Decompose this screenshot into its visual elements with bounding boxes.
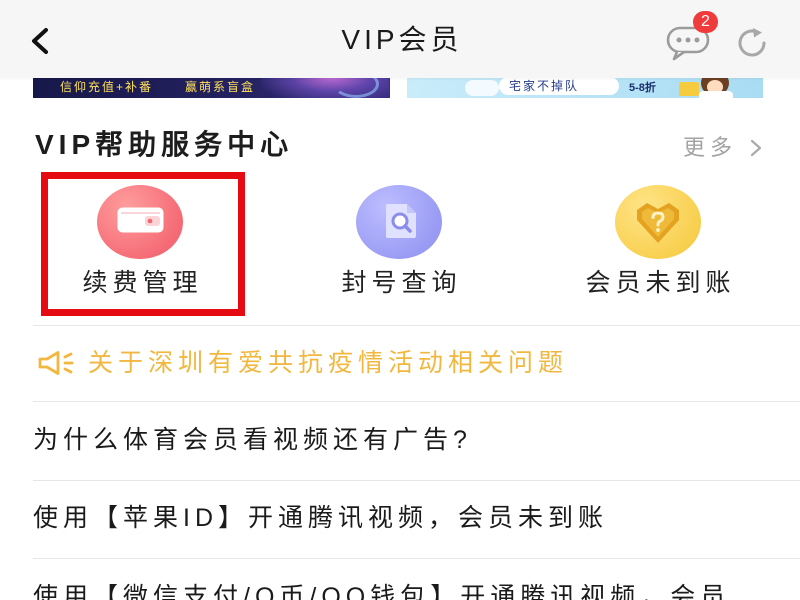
speaker-icon (38, 351, 74, 375)
service-label: 会员未到账 (585, 269, 736, 297)
banner-artwork-board (679, 82, 699, 96)
service-icon-circle (356, 185, 442, 259)
service-renewal-management[interactable]: 续费管理 (40, 185, 240, 297)
faq-item-text: 使用【苹果ID】开通腾讯视频，会员未到账 (33, 504, 609, 532)
service-icon-circle (97, 185, 183, 259)
chevron-left-icon (32, 28, 48, 54)
banner-artwork-cloud (465, 80, 499, 96)
more-label: 更多 (683, 135, 738, 160)
faq-item-text: 为什么体育会员看视频还有广告? (33, 426, 472, 454)
question-shield-icon (637, 203, 679, 243)
service-icon-circle (615, 185, 701, 259)
banner-slogan-text: 宅家不掉队 (509, 79, 580, 93)
chevron-right-icon (750, 139, 762, 157)
service-label: 续费管理 (82, 269, 203, 297)
search-document-icon (386, 204, 416, 238)
announcement-row[interactable]: 关于深圳有爱共抗疫情活动相关问题 (33, 326, 800, 400)
banner-discount-text: 5-8折 (629, 82, 656, 94)
page-title: VIP会员 (341, 24, 463, 55)
message-badge: 2 (693, 11, 718, 33)
wallet-icon (117, 207, 164, 233)
service-label: 封号查询 (341, 269, 462, 297)
more-link[interactable]: 更多 (683, 134, 765, 162)
back-button[interactable] (28, 27, 54, 55)
refresh-icon (738, 28, 766, 57)
faq-item-text: 使用【微信支付/Q币/QQ钱包】开通腾讯视频，会员 (33, 583, 731, 600)
service-membership-not-received[interactable]: 会员未到账 (558, 185, 758, 297)
faq-item[interactable]: 使用【苹果ID】开通腾讯视频，会员未到账 (33, 481, 800, 558)
faq-item[interactable]: 使用【微信支付/Q币/QQ钱包】开通腾讯视频，会员 (33, 559, 800, 600)
banner-promo-subtext: 赢萌系盲盒 (185, 80, 256, 94)
message-button[interactable]: 2 (664, 11, 718, 62)
announcement-text: 关于深圳有爱共抗疫情活动相关问题 (88, 349, 569, 377)
banner-promo-text: 信仰充值+补番 (60, 80, 154, 94)
help-center-title: VIP帮助服务中心 (35, 129, 294, 160)
app-header: VIP会员 2 (0, 0, 800, 78)
service-ban-inquiry[interactable]: 封号查询 (299, 185, 499, 297)
faq-item[interactable]: 为什么体育会员看视频还有广告? (33, 402, 800, 480)
banner-slogan-pill: 宅家不掉队 (499, 77, 619, 95)
refresh-button[interactable] (734, 25, 770, 61)
banner-artwork-body (699, 91, 733, 98)
